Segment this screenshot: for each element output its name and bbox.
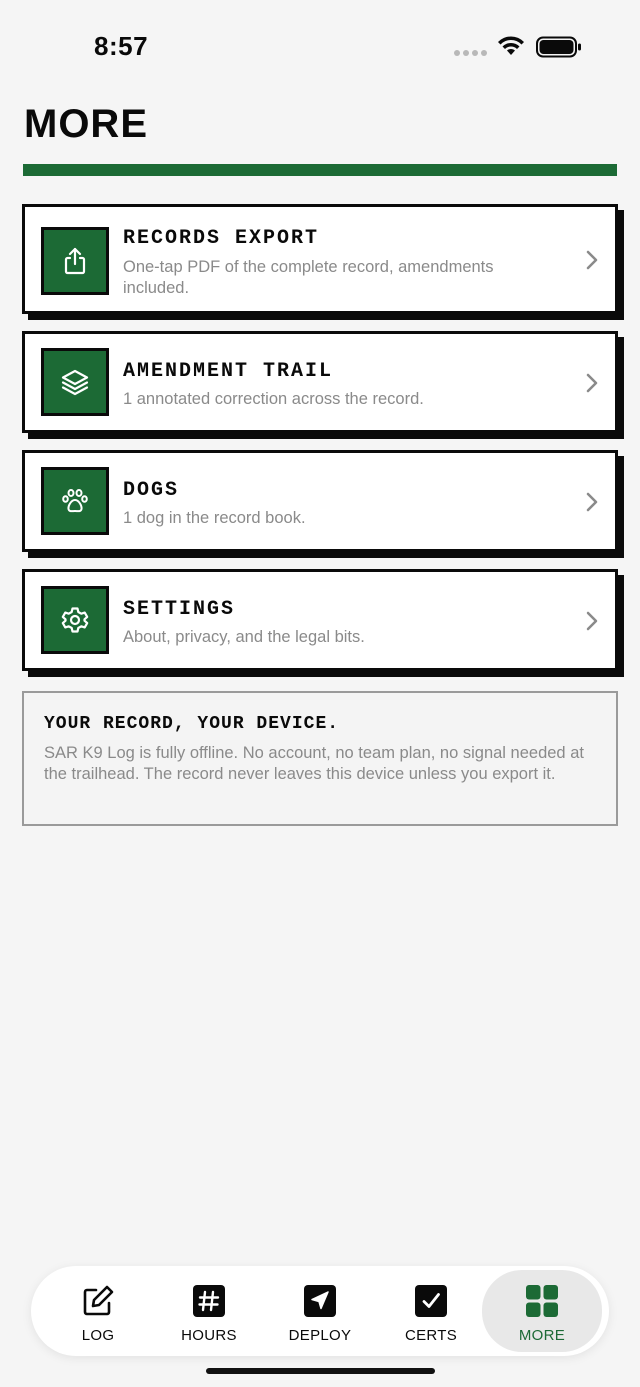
records-export-card[interactable]: RECORDS EXPORT One-tap PDF of the comple…	[22, 204, 618, 314]
dogs-title: DOGS	[123, 479, 180, 502]
settings-card[interactable]: SETTINGS About, privacy, and the legal b…	[22, 569, 618, 671]
layers-icon	[41, 348, 109, 416]
privacy-info-box: YOUR RECORD, YOUR DEVICE. SAR K9 Log is …	[22, 691, 618, 826]
edit-icon	[83, 1285, 114, 1316]
records-export-title: RECORDS EXPORT	[123, 227, 320, 250]
battery-icon	[536, 36, 581, 58]
dogs-description: 1 dog in the record book.	[123, 509, 306, 527]
tab-label: LOG	[81, 1327, 115, 1344]
status-time: 8:57	[94, 31, 149, 61]
tab-certs[interactable]: CERTS	[371, 1270, 491, 1352]
grid-icon	[526, 1285, 558, 1317]
settings-title: SETTINGS	[123, 598, 236, 621]
share-export-icon	[41, 227, 109, 295]
gear-icon	[41, 586, 109, 654]
info-title: YOUR RECORD, YOUR DEVICE.	[44, 714, 340, 734]
signal-dots-icon	[454, 50, 487, 56]
hash-icon	[193, 1285, 225, 1317]
wifi-icon	[498, 36, 524, 55]
check-square-icon	[415, 1285, 447, 1317]
chevron-right-icon	[586, 611, 598, 631]
tab-hours[interactable]: HOURS	[149, 1270, 269, 1352]
paw-icon	[41, 467, 109, 535]
tab-label: HOURS	[181, 1327, 237, 1344]
page-title: MORE	[24, 102, 148, 146]
chevron-right-icon	[586, 373, 598, 393]
amendment-trail-description: 1 annotated correction across the record…	[123, 390, 424, 408]
status-bar: 8:57	[0, 0, 640, 90]
dogs-card[interactable]: DOGS 1 dog in the record book.	[22, 450, 618, 552]
amendment-trail-card[interactable]: AMENDMENT TRAIL 1 annotated correction a…	[22, 331, 618, 433]
chevron-right-icon	[586, 492, 598, 512]
tab-log[interactable]: LOG	[38, 1270, 158, 1352]
tab-label: DEPLOY	[288, 1327, 352, 1344]
title-divider	[23, 164, 617, 176]
tab-label: MORE	[518, 1327, 566, 1344]
info-text: SAR K9 Log is fully offline. No account,…	[44, 744, 584, 783]
tab-label: CERTS	[404, 1327, 458, 1344]
navigation-icon	[304, 1285, 336, 1317]
tab-more[interactable]: MORE	[482, 1270, 602, 1352]
records-export-description: One-tap PDF of the complete record, amen…	[123, 258, 494, 297]
chevron-right-icon	[586, 250, 598, 270]
tab-bar: LOG HOURS DEPLOY CERTS MORE	[31, 1266, 609, 1356]
tab-deploy[interactable]: DEPLOY	[260, 1270, 380, 1352]
home-indicator	[206, 1368, 435, 1374]
settings-description: About, privacy, and the legal bits.	[123, 628, 365, 646]
amendment-trail-title: AMENDMENT TRAIL	[123, 360, 334, 383]
